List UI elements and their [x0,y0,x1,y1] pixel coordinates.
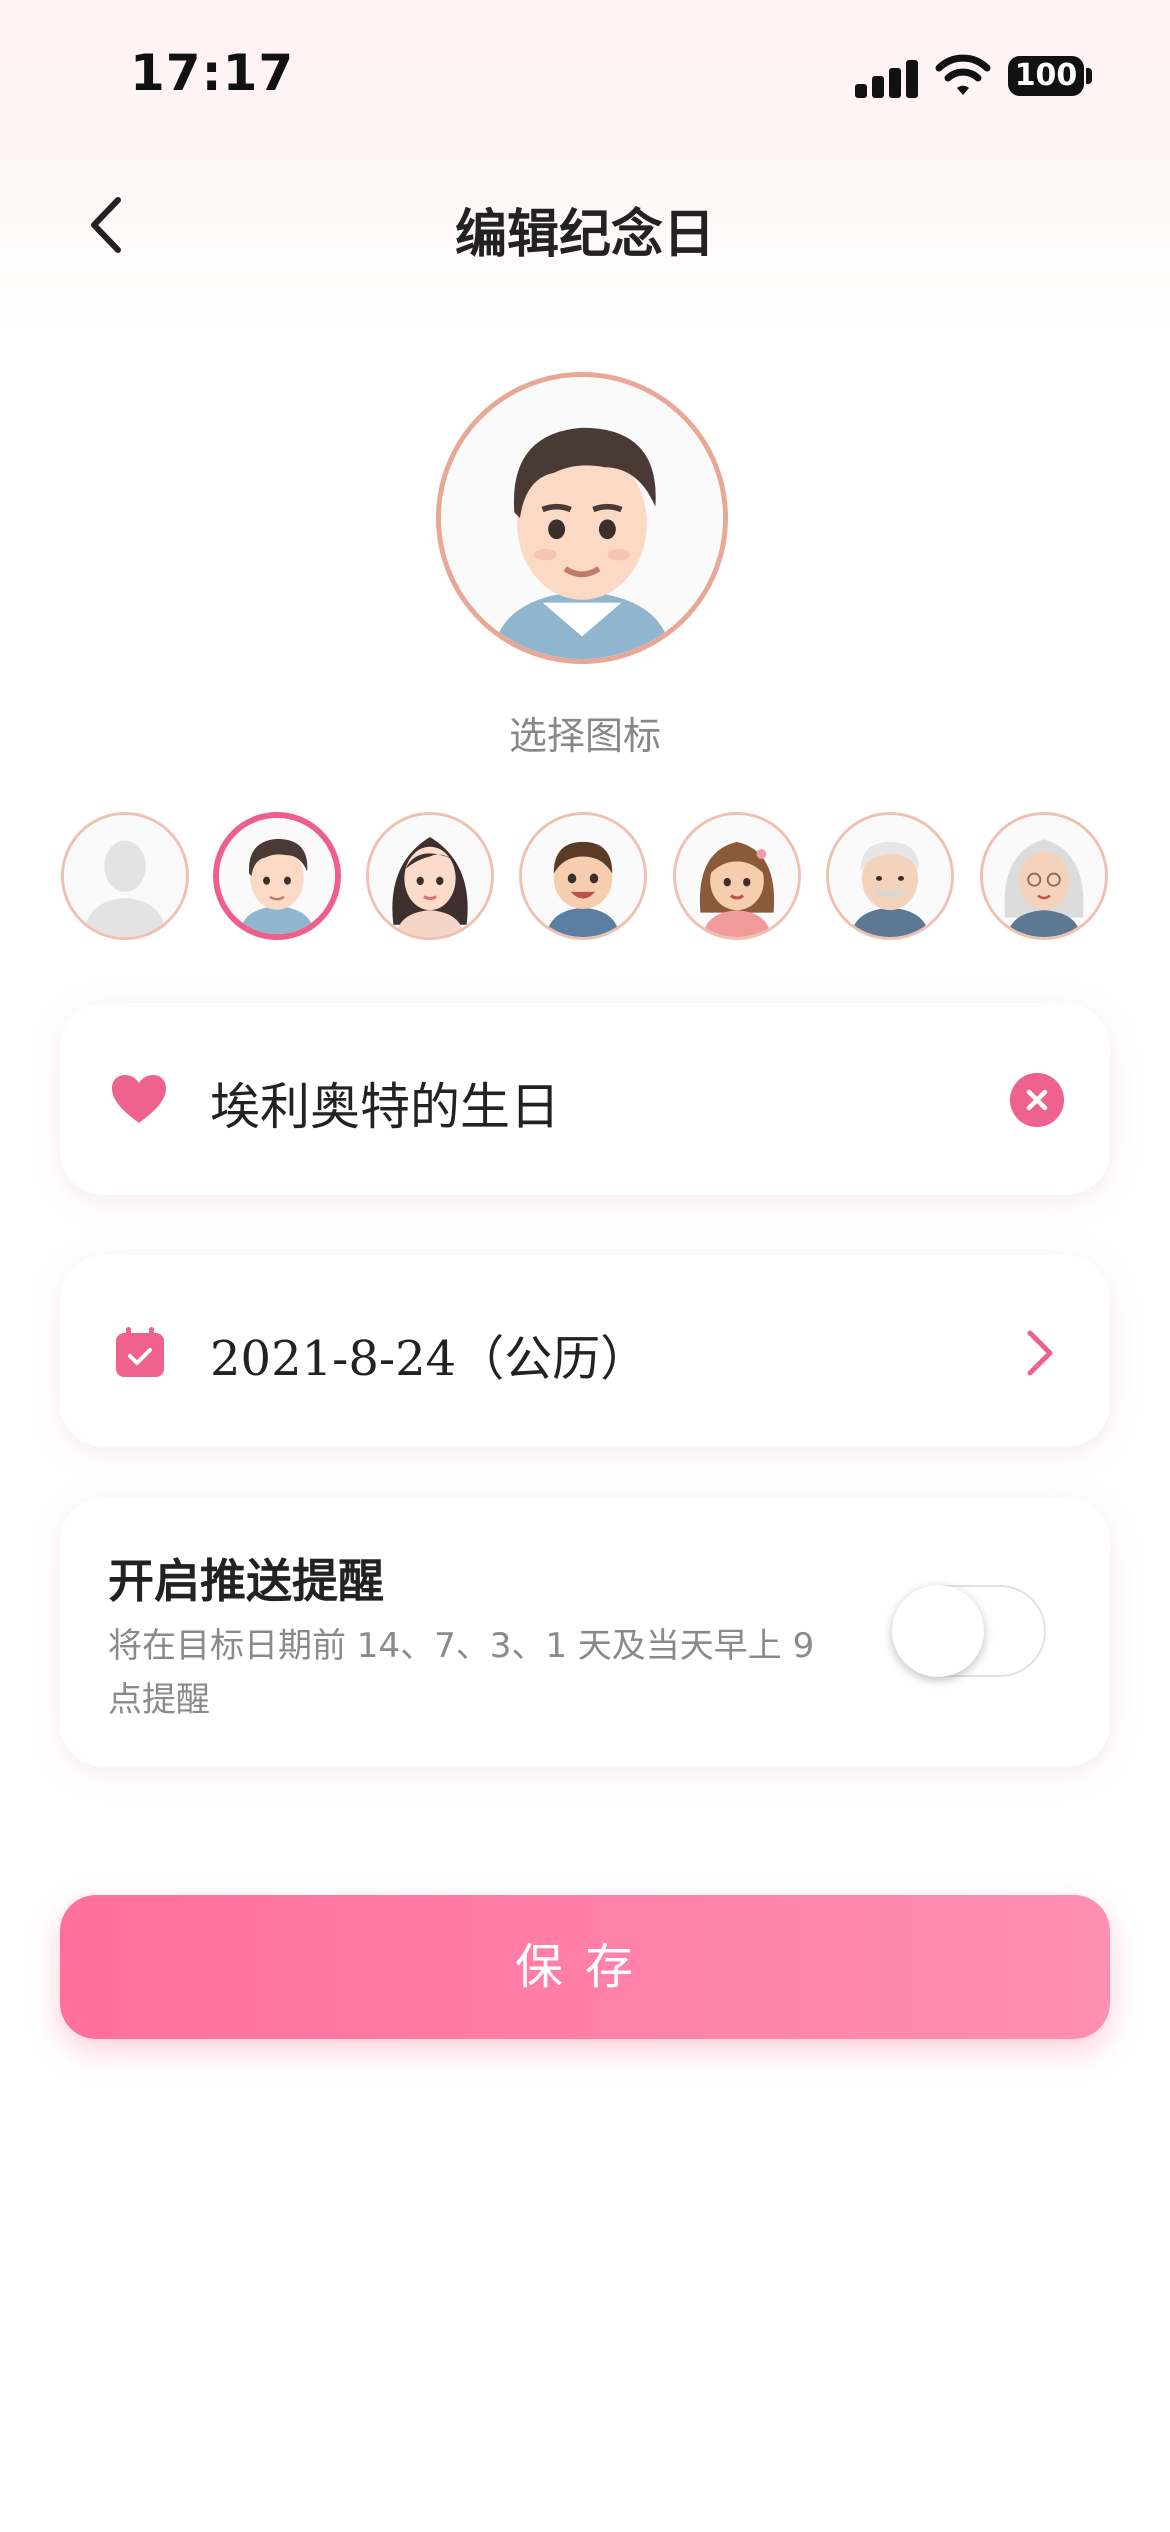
clear-icon[interactable] [1010,1073,1064,1127]
avatar-options [0,812,1170,947]
battery-tip [1086,68,1092,84]
grandma-avatar-icon [983,815,1105,937]
name-card: 埃利奥特的生日 [60,1003,1110,1195]
wifi-icon [935,54,991,95]
save-button[interactable]: 保存 [60,1895,1110,2039]
name-input[interactable]: 埃利奥特的生日 [210,1067,560,1139]
reminder-description: 将在目标日期前 14、7、3、1 天及当天早上 9 点提醒 [108,1626,815,1720]
page-title: 编辑纪念日 [454,205,715,265]
signal-icon [855,58,918,98]
chevron-right-icon[interactable] [1020,1325,1060,1381]
default-avatar-icon [64,815,186,937]
avatar-option-boy[interactable] [519,812,647,940]
avatar-option-grandma[interactable] [980,812,1108,940]
avatar-option-girl[interactable] [673,812,801,940]
woman-avatar-icon [369,815,491,937]
boy-avatar-icon [522,815,644,937]
avatar-option-woman[interactable] [366,812,494,940]
date-value: 2021-8-24（公历） [210,1331,649,1387]
reminder-toggle[interactable] [892,1585,1046,1677]
toggle-knob [892,1585,984,1677]
grandpa-avatar-icon [829,815,951,937]
battery-icon: 100 [1008,56,1084,96]
calendar-icon [116,1327,164,1377]
avatar-option-default[interactable] [61,812,189,940]
man-avatar-icon [441,377,723,659]
heart-icon [112,1075,166,1123]
man-avatar-icon [219,818,335,934]
choose-icon-label: 选择图标 [508,714,661,758]
reminder-card: 开启推送提醒 将在目标日期前 14、7、3、1 天及当天早上 9 点提醒 [60,1497,1110,1767]
selected-avatar[interactable] [436,372,728,664]
date-card[interactable]: 2021-8-24（公历） [60,1255,1110,1447]
status-bar: 17:17 100 [0,0,1170,150]
avatar-option-grandpa[interactable] [826,812,954,940]
girl-avatar-icon [676,815,798,937]
reminder-title: 开启推送提醒 [108,1554,384,1608]
avatar-option-man[interactable] [213,812,341,940]
status-time: 17:17 [130,44,295,102]
